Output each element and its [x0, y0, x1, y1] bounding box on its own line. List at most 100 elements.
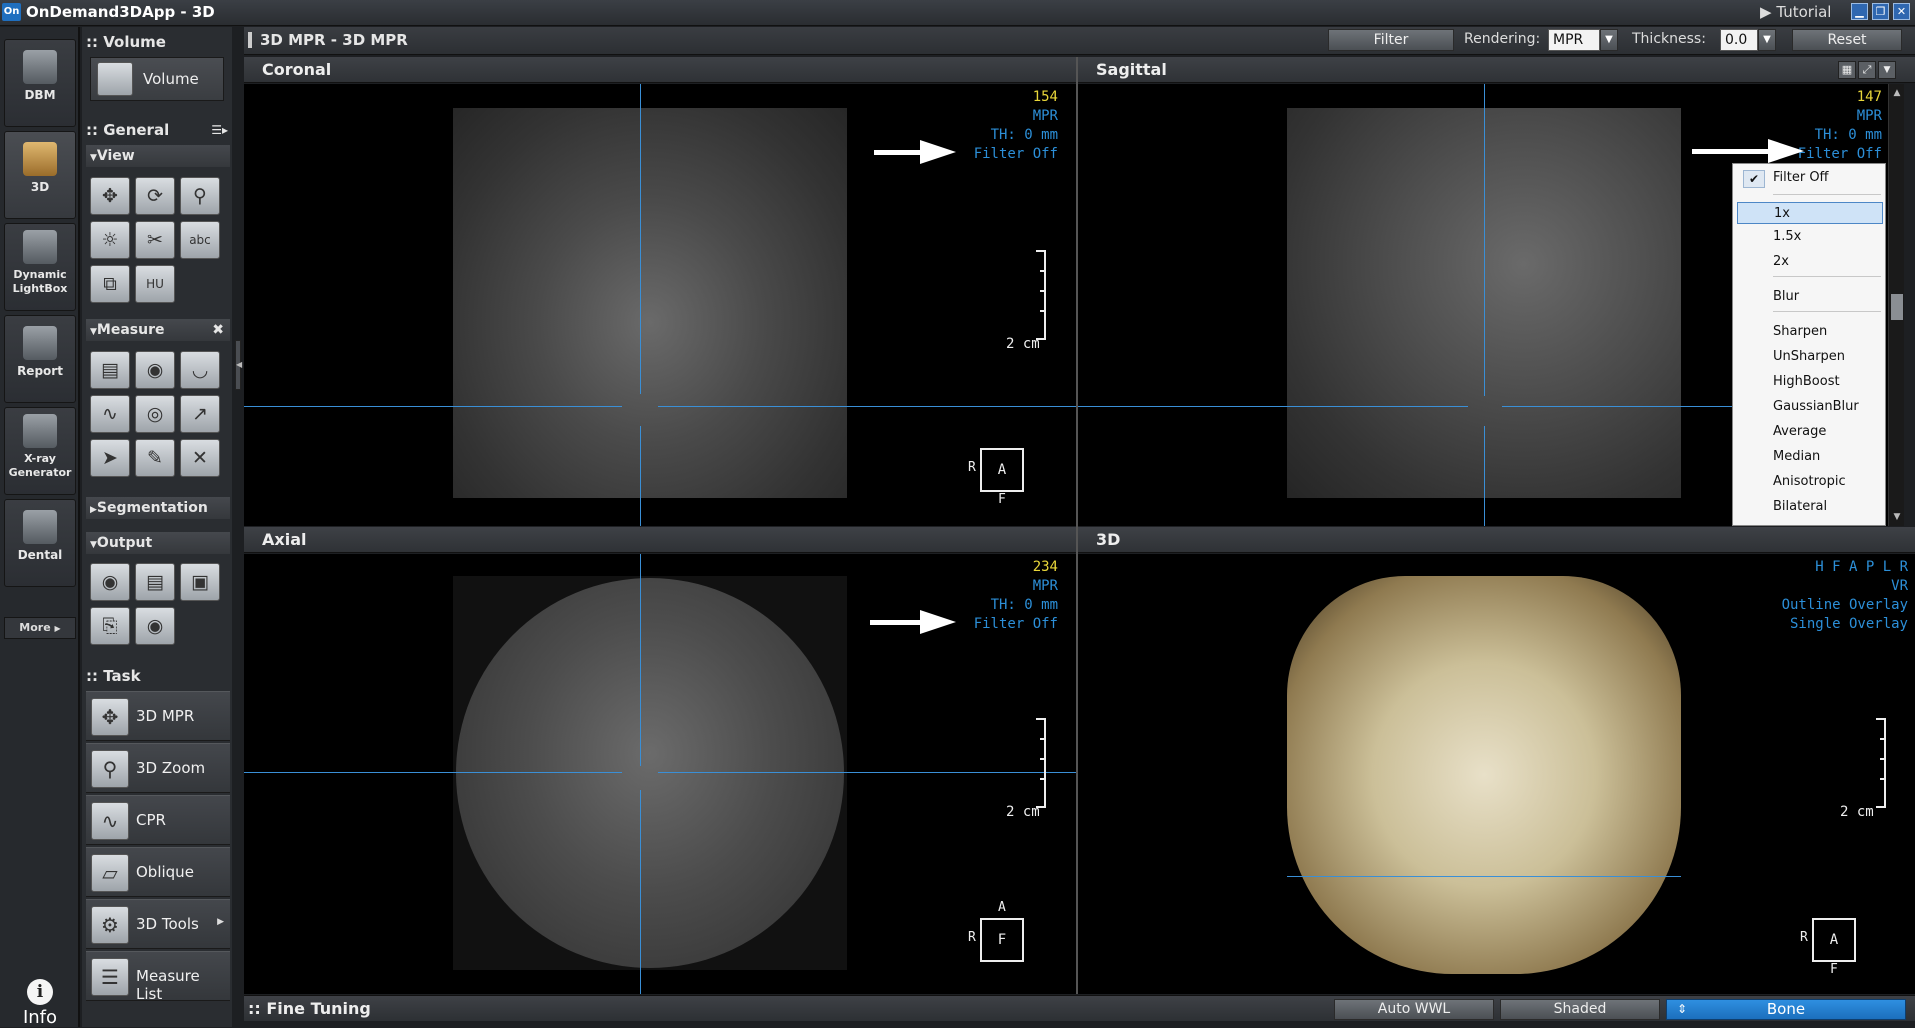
view-splitter[interactable]: [1076, 57, 1078, 994]
filter-option-bilateral[interactable]: Bilateral: [1737, 496, 1883, 518]
layout-grid-icon[interactable]: ▦: [1838, 61, 1856, 79]
filter-option-unsharpen[interactable]: UnSharpen: [1737, 346, 1883, 368]
disc-icon[interactable]: ◉: [135, 607, 175, 645]
tutorial-button[interactable]: ▶ Tutorial: [1760, 3, 1831, 21]
crosshair-horizontal[interactable]: [658, 406, 1076, 407]
filter-option-average[interactable]: Average: [1737, 421, 1883, 443]
filter-option-blur[interactable]: Blur: [1737, 286, 1883, 308]
crosshair-vertical[interactable]: [640, 790, 641, 994]
tape-measure-icon[interactable]: ◉: [135, 351, 175, 389]
filter-button[interactable]: Filter: [1328, 29, 1454, 51]
camera-icon[interactable]: ◉: [90, 563, 130, 601]
print-icon[interactable]: ⎘: [90, 607, 130, 645]
crosshair-horizontal[interactable]: [658, 772, 1076, 773]
measure-settings-icon[interactable]: ✖: [212, 319, 224, 341]
render3d-viewport[interactable]: H F A P L R VR Outline Overlay Single Ov…: [1078, 554, 1915, 994]
single-overlay-toggle[interactable]: Single Overlay: [1638, 615, 1908, 634]
task-measure-list[interactable]: ☰ Measure List: [86, 951, 230, 1003]
globe-icon[interactable]: ◎: [135, 395, 175, 433]
filter-option-median[interactable]: Median: [1737, 446, 1883, 468]
crosshair-vertical[interactable]: [640, 84, 641, 394]
brightness-icon[interactable]: ☼: [90, 221, 130, 259]
scissors-icon[interactable]: ✂: [135, 221, 175, 259]
bone-preset-select[interactable]: ⇕ Bone: [1666, 999, 1906, 1020]
scroll-thumb[interactable]: [1891, 294, 1903, 320]
sagittal-scrollbar[interactable]: ▲ ▼: [1888, 84, 1904, 526]
task-cpr[interactable]: ∿ CPR: [86, 795, 230, 845]
view-group-header[interactable]: ▼View: [86, 145, 230, 167]
protractor-icon[interactable]: ◡: [180, 351, 220, 389]
arrow-annotation-icon[interactable]: ↗: [180, 395, 220, 433]
filter-option-1-5x[interactable]: 1.5x: [1737, 226, 1883, 248]
rotate-icon[interactable]: ⟳: [135, 177, 175, 215]
chevron-down-icon[interactable]: ▼: [1600, 29, 1618, 51]
chevron-down-icon[interactable]: ▼: [1758, 29, 1776, 51]
filter-status[interactable]: Filter Off: [1618, 145, 1882, 164]
filter-option-off[interactable]: ✔ Filter Off: [1737, 167, 1883, 189]
crosshair-horizontal[interactable]: [244, 406, 622, 407]
close-icon[interactable]: ✕: [1893, 3, 1910, 20]
pan-icon[interactable]: ✥: [90, 177, 130, 215]
scroll-up-icon[interactable]: ▲: [1890, 86, 1904, 100]
task-3d-mpr[interactable]: ✥ 3D MPR: [86, 691, 230, 741]
crosshair-vertical[interactable]: [640, 426, 641, 526]
chevron-down-icon[interactable]: ▼: [1878, 61, 1896, 79]
filter-option-2x[interactable]: 2x: [1737, 251, 1883, 273]
crosshair-vertical[interactable]: [1484, 84, 1485, 396]
info-button[interactable]: i Info: [14, 979, 66, 1028]
nav-dental[interactable]: Dental: [4, 499, 76, 587]
delete-icon[interactable]: ✕: [180, 439, 220, 477]
direction-buttons[interactable]: H F A P L R: [1638, 558, 1908, 577]
nav-xray-generator[interactable]: X-ray Generator: [4, 407, 76, 495]
crosshair-horizontal[interactable]: [244, 772, 622, 773]
nav-dbm[interactable]: DBM: [4, 39, 76, 127]
filter-option-gaussianblur[interactable]: GaussianBlur: [1737, 396, 1883, 418]
measure-group-header[interactable]: ▼Measure ✖: [86, 319, 230, 341]
task-oblique[interactable]: ▱ Oblique: [86, 847, 230, 897]
hu-icon[interactable]: HU: [135, 265, 175, 303]
panel-collapse-handle[interactable]: ◀: [235, 340, 242, 390]
filter-option-anisotropic[interactable]: Anisotropic: [1737, 471, 1883, 493]
shaded-button[interactable]: Shaded: [1500, 999, 1660, 1020]
thickness-select[interactable]: 0.0: [1720, 29, 1758, 51]
filter-option-1x[interactable]: 1x: [1737, 202, 1883, 224]
save-icon[interactable]: ▣: [180, 563, 220, 601]
rendering-select[interactable]: MPR: [1548, 29, 1600, 51]
more-button[interactable]: More ▶: [4, 617, 76, 639]
volume-button[interactable]: Volume: [90, 57, 224, 101]
task-3d-zoom[interactable]: ⚲ 3D Zoom: [86, 743, 230, 793]
profile-icon[interactable]: ∿: [90, 395, 130, 433]
nav-report[interactable]: Report: [4, 315, 76, 403]
copy-icon[interactable]: ⧉: [90, 265, 130, 303]
crosshair-horizontal[interactable]: [1287, 876, 1681, 877]
coronal-viewport[interactable]: 154 MPR TH: 0 mm Filter Off 2 cm R A F: [244, 84, 1076, 526]
crosshair-vertical[interactable]: [640, 554, 641, 766]
filter-option-highboost[interactable]: HighBoost: [1737, 371, 1883, 393]
segmentation-group-header[interactable]: ▶Segmentation: [86, 497, 230, 519]
minimize-icon[interactable]: ▁: [1851, 3, 1868, 20]
ruler-icon[interactable]: ▤: [90, 351, 130, 389]
outline-overlay-toggle[interactable]: Outline Overlay: [1638, 596, 1908, 615]
clipboard-icon[interactable]: ▤: [135, 563, 175, 601]
pointer-icon[interactable]: ➤: [90, 439, 130, 477]
crosshair-horizontal[interactable]: [1502, 406, 1732, 407]
restore-icon[interactable]: ❐: [1872, 3, 1889, 20]
orientation-left: R: [1800, 930, 1808, 945]
reset-button[interactable]: Reset: [1792, 29, 1902, 51]
filter-option-sharpen[interactable]: Sharpen: [1737, 321, 1883, 343]
menu-list-icon[interactable]: ☰▸: [211, 123, 228, 137]
eraser-icon[interactable]: ✎: [135, 439, 175, 477]
nav-3d[interactable]: 3D: [4, 131, 76, 219]
axial-viewport[interactable]: 234 MPR TH: 0 mm Filter Off 2 cm A R F: [244, 554, 1076, 994]
crosshair-horizontal[interactable]: [1078, 406, 1468, 407]
auto-wwl-button[interactable]: Auto WWL: [1334, 999, 1494, 1020]
maximize-icon[interactable]: ⤢: [1858, 61, 1876, 79]
scroll-down-icon[interactable]: ▼: [1890, 510, 1904, 524]
crosshair-vertical[interactable]: [1484, 426, 1485, 526]
nav-dynamic-lightbox[interactable]: Dynamic LightBox: [4, 223, 76, 311]
task-3d-tools[interactable]: ⚙ 3D Tools ▶: [86, 899, 230, 949]
slice-number: 147: [1856, 89, 1882, 105]
annotation-text-icon[interactable]: abc: [180, 221, 220, 259]
output-group-header[interactable]: ▼Output: [86, 532, 230, 554]
zoom-icon[interactable]: ⚲: [180, 177, 220, 215]
